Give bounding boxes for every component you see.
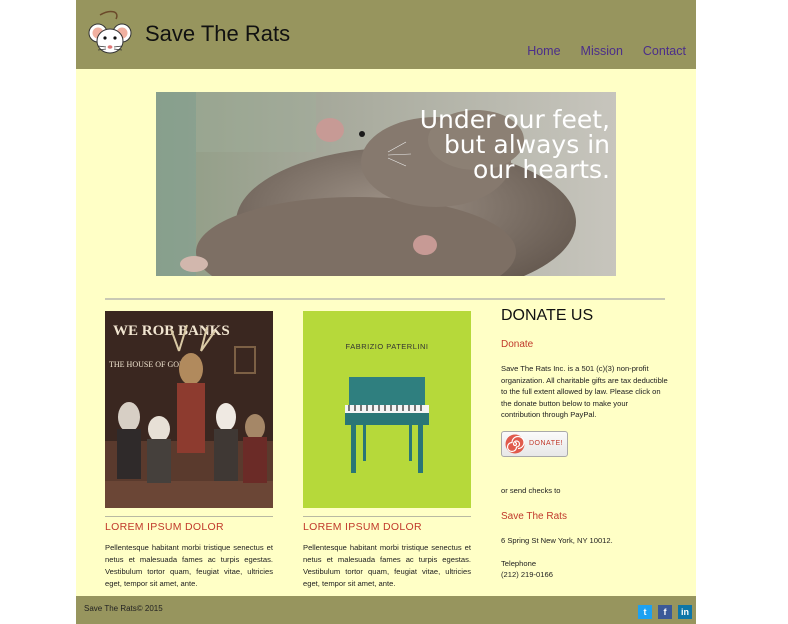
mouse-logo-icon[interactable] (86, 9, 134, 59)
copyright: Save The Rats© 2015 (84, 604, 163, 613)
phone-number: (212) 219-0166 (501, 570, 553, 579)
piano-poster-image[interactable]: FABRIZIO PATERLINI (303, 311, 471, 508)
nav-contact[interactable]: Contact (643, 44, 686, 58)
donate-subheading: Donate (501, 339, 534, 350)
phone-label: Telephone (501, 559, 537, 568)
main-nav: Home Mission Contact (527, 44, 686, 58)
checks-text: or send checks to (501, 486, 561, 495)
hero-banner: Under our feet, but always in our hearts… (156, 92, 616, 276)
page: Save The Rats Home Mission Contact Under… (76, 0, 696, 624)
section-divider (105, 298, 665, 300)
facebook-icon[interactable]: f (658, 605, 672, 619)
card-title: LOREM IPSUM DOLOR (105, 521, 224, 533)
poster-caption: FABRIZIO PATERLINI (346, 342, 429, 351)
donate-description: Save The Rats Inc. is a 501 (c)(3) non-p… (501, 364, 668, 419)
hero-line-1: Under our feet, (419, 105, 610, 134)
card-text: Pellentesque habitant morbi tristique se… (303, 543, 471, 588)
org-name: Save The Rats (501, 511, 567, 522)
nav-home[interactable]: Home (527, 44, 560, 58)
org-address: 6 Spring St New York, NY 10012. (501, 536, 613, 545)
site-title[interactable]: Save The Rats (145, 21, 290, 47)
twitter-icon[interactable]: t (638, 605, 652, 619)
donate-button-label: DONATE! (529, 440, 564, 447)
animals-poster-image[interactable]: WE ROB BANKS THE HOUSE OF GONZO (105, 311, 273, 508)
linkedin-icon[interactable]: in (678, 605, 692, 619)
donate-heading: DONATE US (501, 307, 594, 324)
donate-section: DONATE US Donate Save The Rats Inc. is a… (501, 307, 681, 579)
hero-line-2: but always in (443, 130, 610, 159)
hero-line-3: our hearts. (473, 155, 610, 184)
card-2: FABRIZIO PATERLINI LOREM IPSUM DOLOR Pel… (303, 311, 471, 590)
social-links: t f in (638, 605, 692, 619)
card-text: Pellentesque habitant morbi tristique se… (105, 543, 273, 588)
card-separator (303, 516, 471, 517)
swirl-icon (505, 434, 525, 454)
card-title: LOREM IPSUM DOLOR (303, 521, 422, 533)
card-separator (105, 516, 273, 517)
paypal-donate-button[interactable]: DONATE! (501, 431, 568, 457)
site-header: Save The Rats Home Mission Contact (76, 0, 696, 69)
nav-mission[interactable]: Mission (581, 44, 623, 58)
card-1: WE ROB BANKS THE HOUSE OF GONZO LOREM IP… (105, 311, 273, 590)
hero-tagline: Under our feet, but always in our hearts… (420, 107, 610, 182)
site-footer: Save The Rats© 2015 t f in (76, 596, 696, 624)
